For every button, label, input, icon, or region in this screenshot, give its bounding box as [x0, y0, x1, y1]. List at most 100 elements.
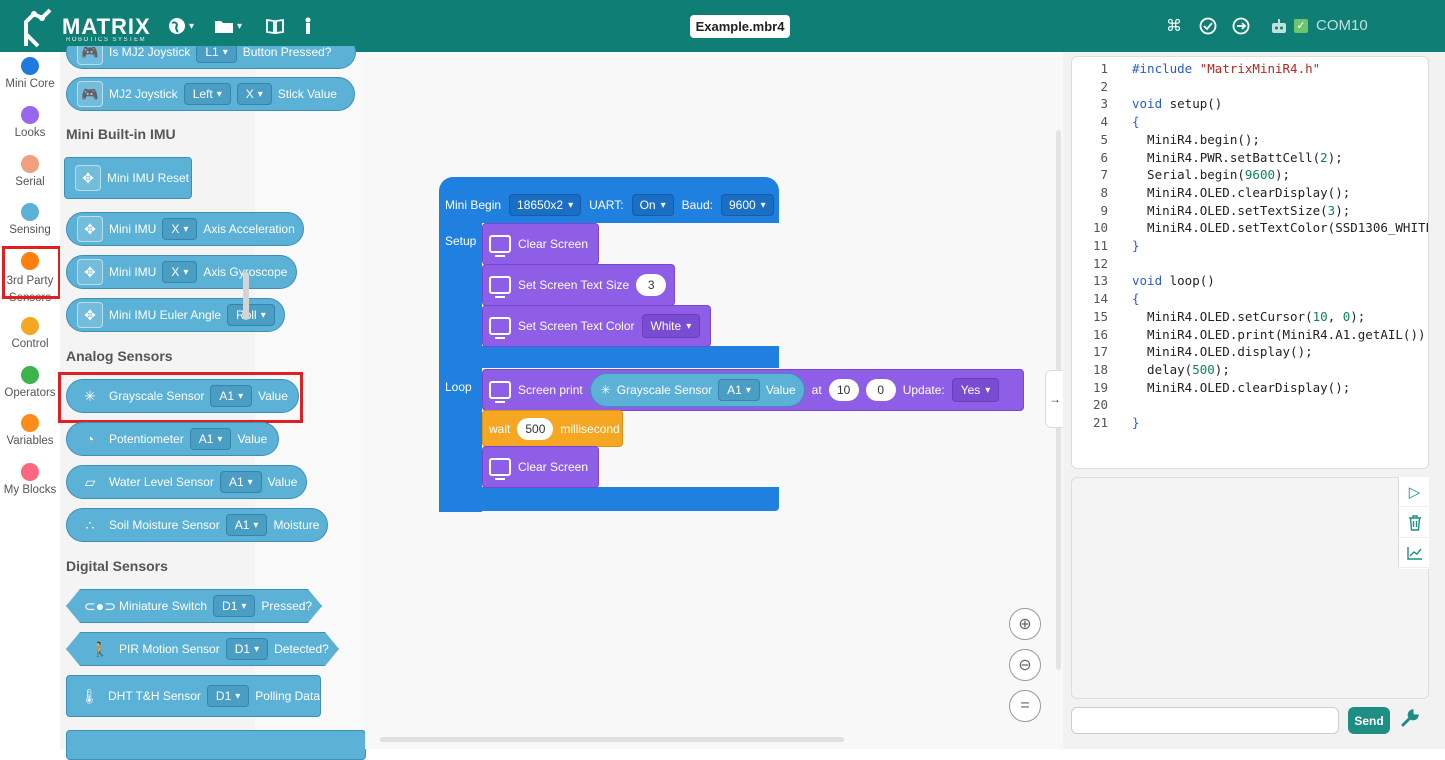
- verify-button[interactable]: [1199, 14, 1217, 38]
- side-dropdown[interactable]: Left: [183, 83, 231, 105]
- x-input[interactable]: 10: [828, 379, 859, 401]
- code-line[interactable]: 20: [1072, 397, 1108, 415]
- palette-block-water-level[interactable]: ▱ Water Level Sensor A1 Value: [66, 465, 307, 499]
- code-line[interactable]: 10 MiniR4.OLED.setTextColor(SSD1306_WHIT…: [1072, 220, 1428, 238]
- serial-input[interactable]: [1071, 707, 1339, 734]
- axis-dropdown[interactable]: X: [162, 261, 198, 283]
- grayscale-reporter[interactable]: ✳ Grayscale Sensor A1 Value: [589, 373, 805, 407]
- zoom-reset-button[interactable]: =: [1009, 690, 1041, 722]
- palette-block-soil-moisture[interactable]: ∴ Soil Moisture Sensor A1 Moisture: [66, 508, 328, 542]
- text-size-input[interactable]: 3: [636, 274, 667, 296]
- clear-screen-block-2[interactable]: Clear Screen: [482, 446, 599, 488]
- palette-block-imu-acceleration[interactable]: ✥ Mini IMU X Axis Acceleration: [66, 212, 304, 246]
- chart-button[interactable]: [1399, 538, 1430, 568]
- port-dropdown[interactable]: A1: [225, 514, 268, 536]
- code-line[interactable]: 13 void loop(): [1072, 273, 1215, 291]
- palette-block-imu-euler[interactable]: ✥ Mini IMU Euler Angle Roll: [66, 298, 285, 332]
- palette-block-potentiometer[interactable]: ◔ Potentiometer A1 Value: [66, 422, 279, 456]
- axis-dropdown[interactable]: X: [162, 218, 198, 240]
- wait-input[interactable]: 500: [517, 417, 554, 440]
- category-looks[interactable]: Looks: [0, 106, 60, 139]
- language-menu[interactable]: ▾: [168, 14, 194, 38]
- text-color-dropdown[interactable]: White: [641, 314, 701, 338]
- code-line[interactable]: 15 MiniR4.OLED.setCursor(10, 0);: [1072, 309, 1365, 327]
- category-dot: [21, 414, 39, 432]
- file-menu[interactable]: ▾: [214, 14, 242, 38]
- set-text-size-block[interactable]: Set Screen Text Size 3: [482, 264, 675, 306]
- zoom-in-button[interactable]: ⊕: [1009, 608, 1041, 640]
- mini-begin-block[interactable]: Mini Begin 18650x2 UART: On Baud: 9600: [439, 177, 779, 223]
- category-control[interactable]: Control: [0, 317, 60, 350]
- zoom-out-button[interactable]: ⊖: [1009, 649, 1041, 681]
- monitor-icon: [489, 381, 511, 403]
- baud-dropdown[interactable]: 9600: [720, 194, 774, 216]
- port-dropdown[interactable]: D1: [206, 685, 250, 707]
- collapse-panel-button[interactable]: →: [1045, 370, 1065, 428]
- code-line[interactable]: 18 delay(500);: [1072, 362, 1230, 380]
- port-dropdown[interactable]: A1: [189, 428, 232, 450]
- code-line[interactable]: 17 MiniR4.OLED.display();: [1072, 344, 1313, 362]
- port-label[interactable]: COM10: [1316, 17, 1368, 34]
- code-line[interactable]: 1 #include "MatrixMiniR4.h": [1072, 61, 1320, 79]
- code-line[interactable]: 11}: [1072, 238, 1140, 256]
- screen-print-block[interactable]: Screen print ✳ Grayscale Sensor A1 Value…: [482, 369, 1024, 411]
- workspace-horizontal-scrollbar[interactable]: [380, 737, 844, 742]
- code-line[interactable]: 16 MiniR4.OLED.print(MiniR4.A1.getAIL())…: [1072, 327, 1428, 345]
- palette-block-partial[interactable]: [66, 730, 366, 760]
- port-dropdown[interactable]: A1: [718, 379, 760, 401]
- palette-block-miniature-switch[interactable]: ⊂●⊃ Miniature Switch D1 Pressed?: [66, 589, 322, 623]
- palette-block-dht-sensor[interactable]: 🌡 DHT T&H Sensor D1 Polling Data: [66, 675, 321, 717]
- y-input[interactable]: 0: [865, 379, 896, 401]
- clear-screen-block[interactable]: Clear Screen: [482, 223, 599, 265]
- code-line[interactable]: 2: [1072, 79, 1108, 97]
- code-line[interactable]: 4{: [1072, 114, 1139, 132]
- code-line[interactable]: 21}: [1072, 415, 1140, 433]
- block-label: Pressed?: [261, 599, 313, 613]
- category-my-blocks[interactable]: My Blocks: [0, 463, 60, 496]
- code-editor[interactable]: 1 #include "MatrixMiniR4.h" 2 3 void setup()…: [1071, 56, 1429, 469]
- axis-dropdown[interactable]: X: [236, 83, 272, 105]
- category-variables[interactable]: Variables: [0, 414, 60, 447]
- extension-button[interactable]: [302, 14, 314, 38]
- block-label: Mini IMU Euler Angle: [109, 308, 222, 322]
- update-dropdown[interactable]: Yes: [951, 378, 1000, 402]
- settings-button[interactable]: [1400, 708, 1420, 733]
- palette-block-joystick[interactable]: 🎮 MJ2 Joystick Left X Stick Value: [66, 77, 355, 111]
- palette-block-imu-reset[interactable]: ✥ Mini IMU Reset: [64, 157, 192, 199]
- code-line[interactable]: 12: [1072, 256, 1108, 274]
- block-label: Clear Screen: [518, 237, 589, 251]
- tutorial-button[interactable]: [265, 14, 285, 38]
- set-text-color-block[interactable]: Set Screen Text Color White: [482, 305, 711, 347]
- category-serial[interactable]: Serial: [0, 155, 60, 188]
- code-line[interactable]: 5 MiniR4.begin();: [1072, 132, 1259, 150]
- euler-dropdown[interactable]: Roll: [227, 304, 275, 326]
- battery-dropdown[interactable]: 18650x2: [509, 194, 582, 216]
- palette-block-imu-gyroscope[interactable]: ✥ Mini IMU X Axis Gyroscope: [66, 255, 297, 289]
- command-button[interactable]: ⌘: [1166, 14, 1182, 38]
- code-line[interactable]: 6 MiniR4.PWR.setBattCell(2);: [1072, 150, 1342, 168]
- file-name[interactable]: Example.mbr4: [690, 15, 790, 38]
- send-button[interactable]: Send: [1348, 707, 1390, 734]
- connection-checkbox[interactable]: ✓: [1294, 19, 1308, 33]
- clear-serial-button[interactable]: [1399, 508, 1430, 538]
- palette-block-pir-sensor[interactable]: 🚶 PIR Motion Sensor D1 Detected?: [66, 632, 339, 666]
- category-sensing[interactable]: Sensing: [0, 203, 60, 236]
- palette-scrollbar[interactable]: [243, 272, 249, 320]
- category-label: Control: [11, 338, 49, 350]
- port-dropdown[interactable]: D1: [226, 638, 268, 660]
- code-line[interactable]: 7 Serial.begin(9600);: [1072, 167, 1290, 185]
- run-button[interactable]: ▷: [1399, 477, 1430, 507]
- code-line[interactable]: 14 {: [1072, 291, 1140, 309]
- upload-button[interactable]: [1232, 14, 1250, 38]
- code-line[interactable]: 8 MiniR4.OLED.clearDisplay();: [1072, 185, 1350, 203]
- wait-block[interactable]: wait 500 millisecond: [482, 410, 623, 447]
- uart-dropdown[interactable]: On: [631, 194, 674, 216]
- code-line[interactable]: 19 MiniR4.OLED.clearDisplay();: [1072, 380, 1350, 398]
- serial-monitor[interactable]: [1071, 477, 1429, 699]
- code-line[interactable]: 3 void setup(): [1072, 96, 1222, 114]
- category-operators[interactable]: Operators: [0, 366, 60, 399]
- port-dropdown[interactable]: A1: [219, 471, 262, 493]
- port-dropdown[interactable]: D1: [213, 595, 255, 617]
- category-mini-core[interactable]: Mini Core: [0, 57, 60, 90]
- code-line[interactable]: 9 MiniR4.OLED.setTextSize(3);: [1072, 203, 1350, 221]
